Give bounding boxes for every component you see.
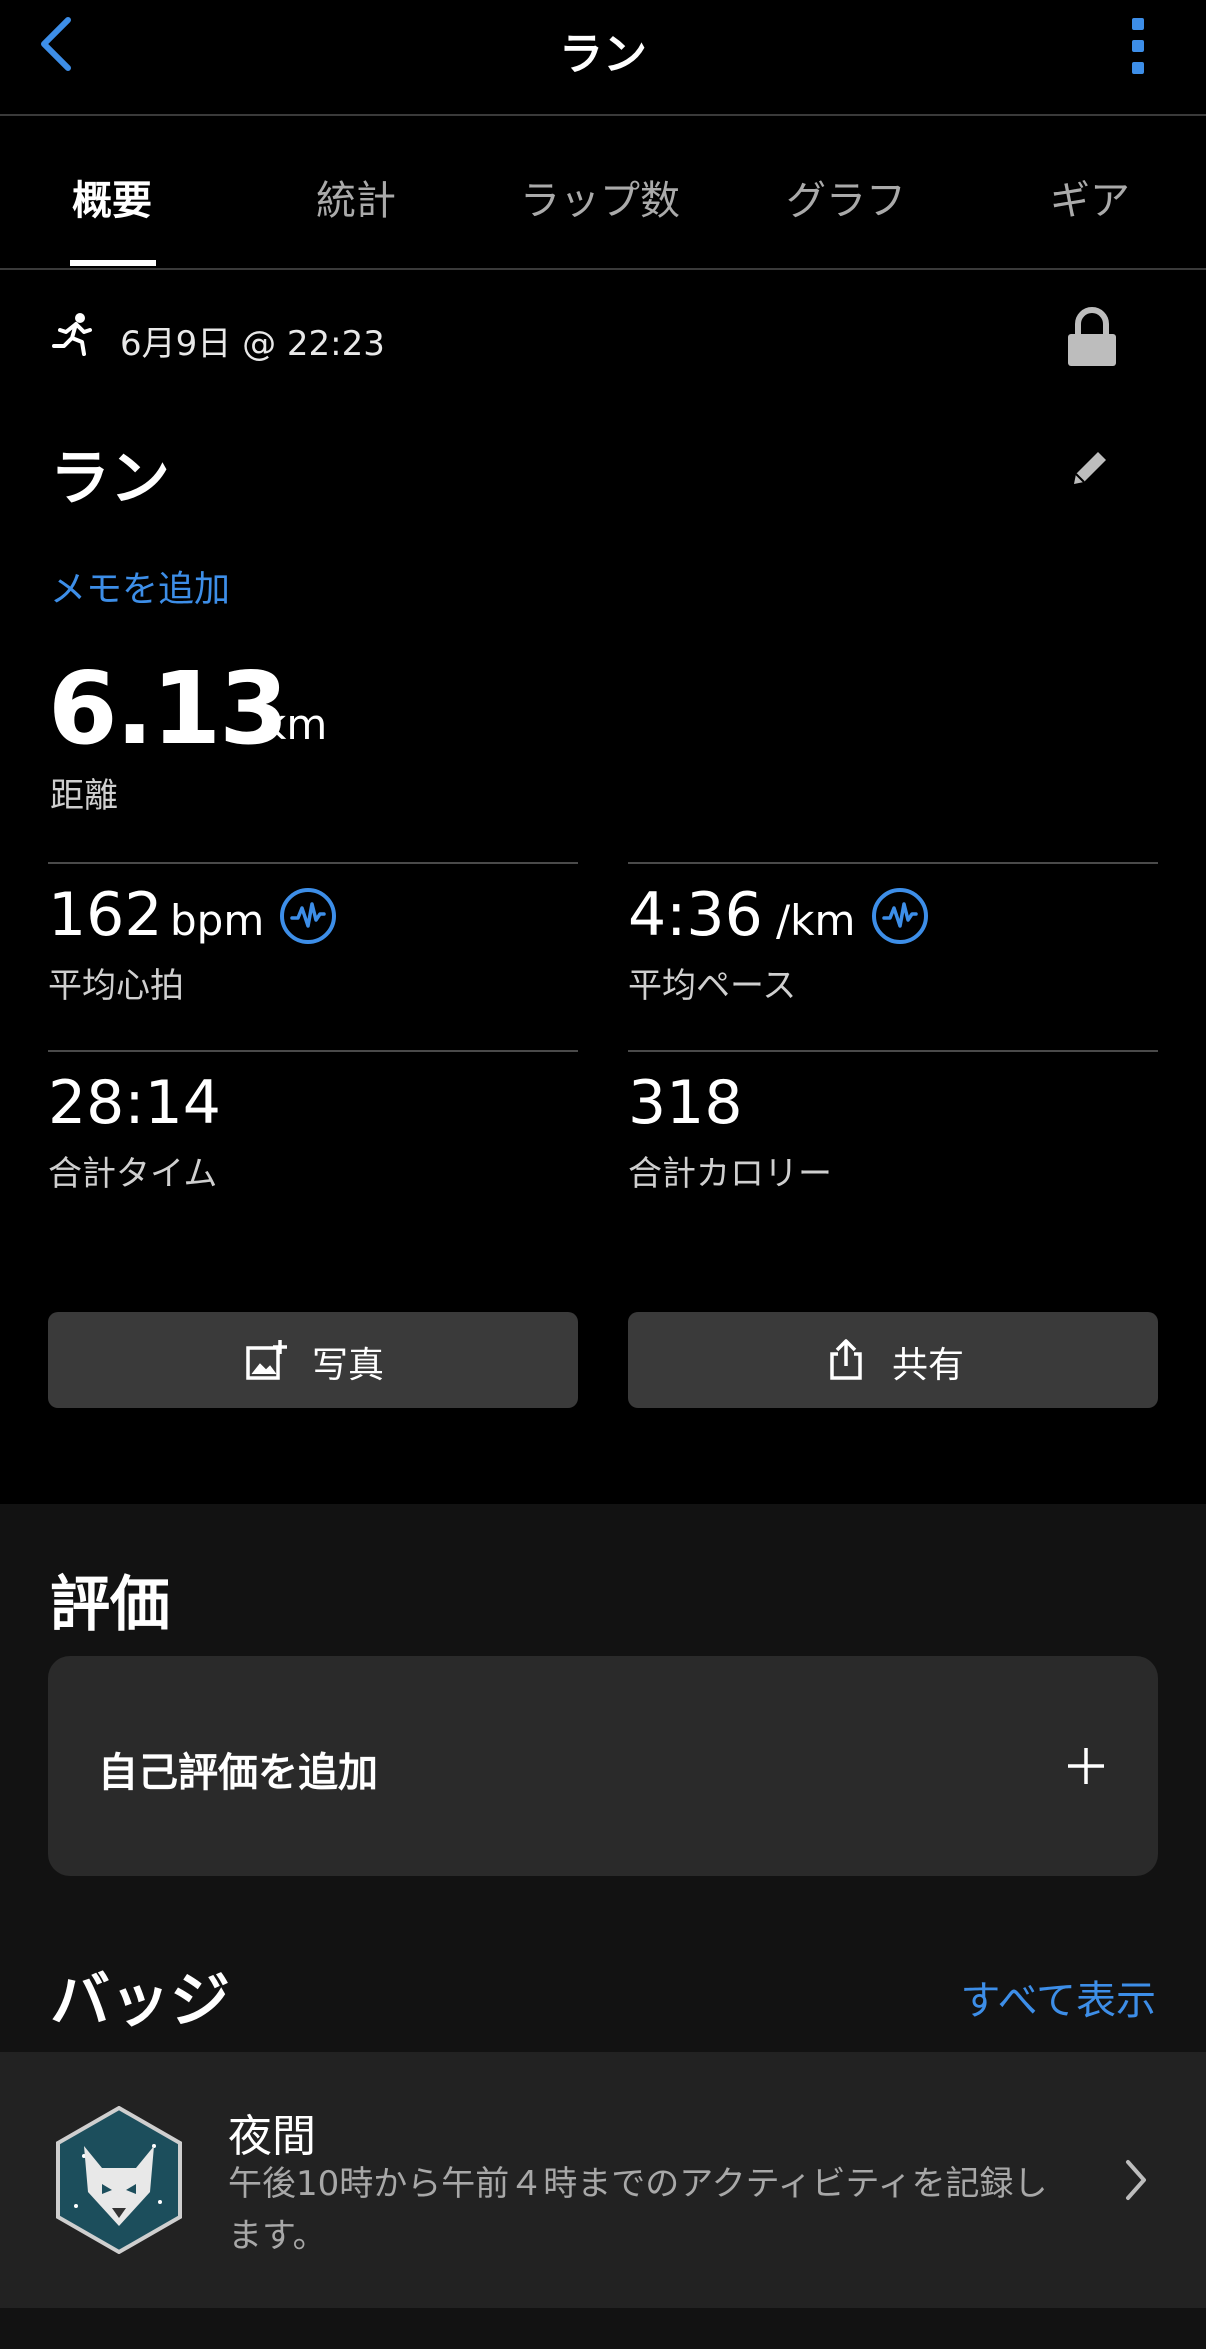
tab-gear[interactable]: ギア [1050,168,1130,226]
add-self-evaluation-card[interactable]: 自己評価を追加 [48,1656,1158,1876]
badge-description: 午後10時から午前４時までのアクティビティを記録します。 [228,2164,1048,2256]
badges-heading: バッジ [50,1966,230,2036]
divider [628,862,1158,864]
pace-chart-icon[interactable] [870,886,930,946]
distance-value: 6.13 [48,650,289,767]
running-icon [52,313,92,356]
lock-icon[interactable] [1066,306,1118,368]
chevron-right-icon[interactable] [1124,2158,1148,2202]
top-bar: ラン [0,0,1206,116]
tab-stats[interactable]: 統計 [316,168,396,226]
tab-bar: 概要 統計 ラップ数 グラフ ギア [0,118,1206,270]
avg-pace-value: 4:36 [628,880,763,950]
add-self-evaluation-label: 自己評価を追加 [98,1750,378,1796]
avg-hr-unit: bpm [170,896,265,945]
avg-hr-value: 162 [48,880,163,950]
activity-datetime: 6月9日 @ 22:23 [120,324,385,364]
share-button-label: 共有 [892,1345,965,1386]
add-memo-link[interactable]: メモを追加 [50,560,230,612]
photo-button[interactable]: 写真 [48,1312,578,1408]
total-time-label: 合計タイム [48,1154,218,1194]
night-badge-icon [56,2106,182,2254]
divider [48,862,578,864]
divider [48,1050,578,1052]
active-tab-indicator [70,260,156,266]
tab-overview[interactable]: 概要 [72,168,152,226]
badge-name: 夜間 [228,2111,316,2162]
avg-pace-unit: /km [776,896,856,945]
add-photo-icon [246,1340,287,1380]
photo-button-label: 写真 [312,1345,385,1386]
divider [628,1050,1158,1052]
plus-icon[interactable] [1066,1746,1106,1786]
see-all-link[interactable]: すべて表示 [960,1968,1156,2026]
tab-graphs[interactable]: グラフ [786,168,906,226]
avg-hr-label: 平均心拍 [48,966,184,1006]
tab-laps[interactable]: ラップ数 [520,168,680,226]
share-button[interactable]: 共有 [628,1312,1158,1408]
more-options-icon[interactable] [1130,18,1146,78]
heart-rate-chart-icon[interactable] [278,886,338,946]
evaluation-heading: 評価 [50,1570,170,1640]
total-calories-value: 318 [628,1068,743,1138]
total-time-value: 28:14 [48,1068,221,1138]
distance-unit: km [262,700,328,749]
distance-label: 距離 [50,776,118,816]
total-calories-label: 合計カロリー [628,1154,832,1194]
avg-pace-label: 平均ペース [628,966,797,1006]
share-icon [830,1339,862,1380]
edit-pencil-icon[interactable] [1068,446,1112,490]
activity-name: ラン [50,444,170,514]
page-title: ラン [559,29,647,80]
